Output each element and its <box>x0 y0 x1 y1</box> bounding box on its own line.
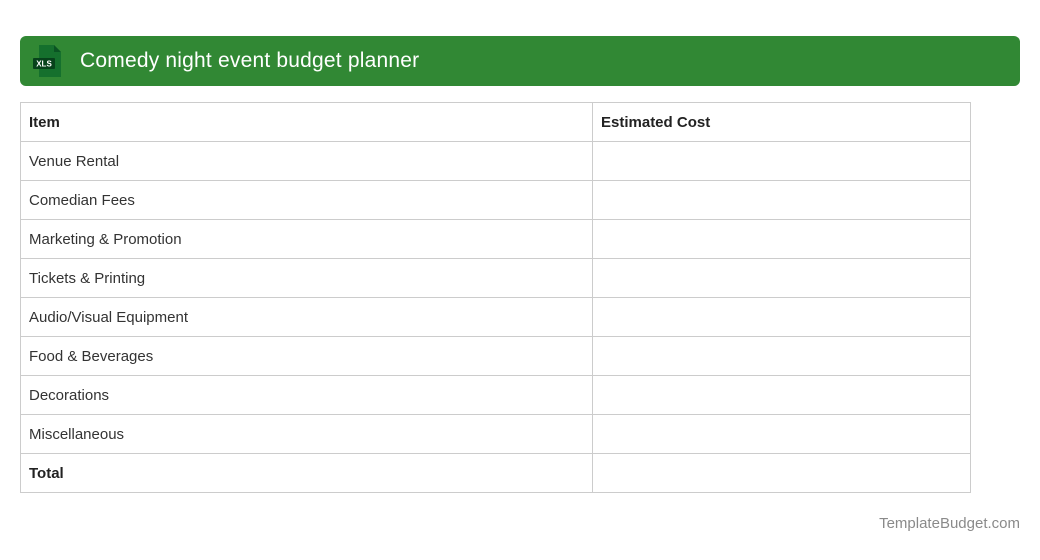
item-cell: Venue Rental <box>20 141 593 181</box>
xls-icon-label: XLS <box>36 60 52 69</box>
item-cell: Miscellaneous <box>20 414 593 454</box>
table-row: Marketing & Promotion <box>20 219 971 259</box>
table-header-row: Item Estimated Cost <box>20 102 971 142</box>
table-row: Venue Rental <box>20 141 971 181</box>
budget-table: Item Estimated Cost Venue Rental Comedia… <box>20 102 971 493</box>
estimated-cost-cell <box>592 219 971 259</box>
table-row: Miscellaneous <box>20 414 971 454</box>
estimated-cost-cell <box>592 414 971 454</box>
table-row: Decorations <box>20 375 971 415</box>
xls-file-icon: XLS <box>33 45 61 77</box>
column-header-item: Item <box>20 102 593 142</box>
table-row: Total <box>20 453 971 493</box>
item-cell: Tickets & Printing <box>20 258 593 298</box>
column-header-estimated-cost: Estimated Cost <box>592 102 971 142</box>
page: XLS Comedy night event budget planner It… <box>0 0 1040 560</box>
page-title: Comedy night event budget planner <box>80 49 420 72</box>
item-cell: Total <box>20 453 593 493</box>
estimated-cost-cell <box>592 180 971 220</box>
footer-brand: TemplateBudget.com <box>879 515 1020 532</box>
estimated-cost-cell <box>592 258 971 298</box>
table-row: Food & Beverages <box>20 336 971 376</box>
estimated-cost-cell <box>592 297 971 337</box>
table-row: Tickets & Printing <box>20 258 971 298</box>
item-cell: Decorations <box>20 375 593 415</box>
item-cell: Audio/Visual Equipment <box>20 297 593 337</box>
estimated-cost-cell <box>592 375 971 415</box>
estimated-cost-cell <box>592 141 971 181</box>
header-bar: XLS Comedy night event budget planner <box>20 36 1020 86</box>
item-cell: Comedian Fees <box>20 180 593 220</box>
item-cell: Marketing & Promotion <box>20 219 593 259</box>
item-cell: Food & Beverages <box>20 336 593 376</box>
estimated-cost-cell <box>592 453 971 493</box>
table-row: Comedian Fees <box>20 180 971 220</box>
estimated-cost-cell <box>592 336 971 376</box>
table-row: Audio/Visual Equipment <box>20 297 971 337</box>
